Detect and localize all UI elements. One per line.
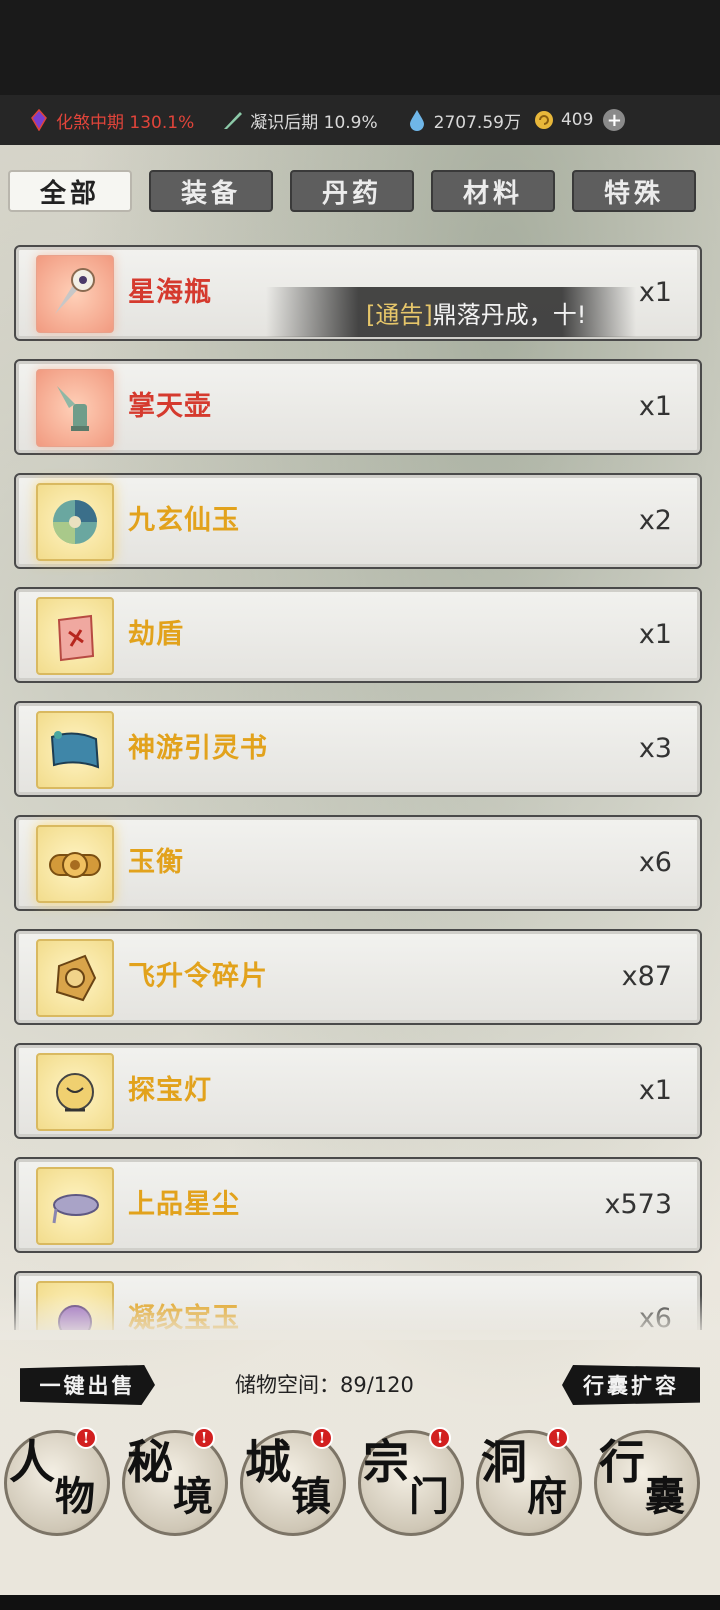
notice-text: 鼎落丹成，十! [432, 300, 587, 329]
ascension-token-shard-icon [36, 939, 114, 1017]
expand-bag-button[interactable]: 行囊扩容 [562, 1365, 700, 1405]
list-item[interactable]: 九玄仙玉 x2 [14, 473, 702, 569]
storage-capacity: 储物空间：89/120 [235, 1373, 414, 1397]
item-list[interactable]: 星海瓶 x1 [通告] 鼎落丹成，十! 掌天壶 x1 九玄仙玉 x2 劫盾 x1… [14, 245, 702, 1330]
sell-all-button[interactable]: 一键出售 [20, 1365, 155, 1405]
alert-badge-icon: ! [75, 1427, 97, 1449]
nav-char-1: 人 [9, 1435, 55, 1489]
jade-swirl-icon [36, 483, 114, 561]
list-item[interactable]: 星海瓶 x1 [通告] 鼎落丹成，十! [14, 245, 702, 341]
bottom-edge [0, 1595, 720, 1610]
tab-all[interactable]: 全部 [8, 170, 132, 212]
palm-heaven-pot-icon [36, 369, 114, 447]
item-count: x573 [604, 1189, 672, 1220]
item-count: x3 [638, 733, 672, 764]
item-name: 劫盾 [128, 619, 184, 650]
category-tabs: 全部 装备 丹药 材料 特殊 [8, 170, 696, 212]
announcement-ticker: [通告] 鼎落丹成，十! [266, 287, 636, 337]
nav-char-2: 府 [527, 1473, 567, 1520]
item-name: 星海瓶 [128, 277, 212, 308]
nav-char-1: 城 [245, 1435, 291, 1489]
alert-badge-icon: ! [193, 1427, 215, 1449]
list-item[interactable]: 掌天壶 x1 [14, 359, 702, 455]
jade-counter: 409 + [533, 109, 626, 131]
item-count: x1 [638, 391, 672, 422]
inventory-footer: 一键出售 储物空间：89/120 行囊扩容 [0, 1355, 720, 1415]
water-drop-icon [409, 110, 424, 131]
nav-char-2: 囊 [645, 1473, 685, 1520]
list-item[interactable]: 劫盾 x1 [14, 587, 702, 683]
inventory-panel: 全部 装备 丹药 材料 特殊 星海瓶 x1 [通告] 鼎落丹成，十! 掌天壶 x1 [0, 145, 720, 1610]
item-name: 上品星尘 [128, 1189, 240, 1220]
item-name: 九玄仙玉 [128, 505, 240, 536]
bottom-navigation: 人 物 ! 秘 境 ! 城 镇 ! 宗 门 ! 洞 府 ! 行 囊 [0, 1427, 720, 1550]
nav-char-1: 洞 [481, 1435, 527, 1489]
spirit-stone-text: 2707.59万 [433, 112, 521, 133]
nav-char-1: 行 [599, 1435, 645, 1489]
nav-char-1: 宗 [363, 1435, 409, 1489]
tab-special[interactable]: 特殊 [572, 170, 696, 212]
list-item[interactable]: 飞升令碎片 x87 [14, 929, 702, 1025]
nav-cave-residence[interactable]: 洞 府 ! [476, 1427, 582, 1536]
tab-pills[interactable]: 丹药 [290, 170, 414, 212]
alert-badge-icon: ! [311, 1427, 333, 1449]
nav-char-2: 镇 [291, 1473, 331, 1520]
jade-text: 409 [560, 110, 594, 130]
item-count: x87 [621, 961, 672, 992]
realm2-text: 凝识后期 10.9% [250, 112, 378, 133]
alert-badge-icon: ! [429, 1427, 451, 1449]
item-name: 玉衡 [128, 847, 184, 878]
nav-character[interactable]: 人 物 ! [4, 1427, 110, 1536]
jade-balance-icon [36, 825, 114, 903]
list-fade-overlay [0, 1295, 720, 1340]
gold-coin-swirl-icon [534, 111, 553, 129]
realm1-text: 化煞中期 130.1% [56, 112, 195, 133]
tab-materials[interactable]: 材料 [431, 170, 555, 212]
item-name: 神游引灵书 [128, 733, 268, 764]
item-count: x2 [638, 505, 672, 536]
item-count: x1 [638, 277, 672, 308]
tab-equipment[interactable]: 装备 [149, 170, 273, 212]
list-item[interactable]: 神游引灵书 x3 [14, 701, 702, 797]
nav-secret-realm[interactable]: 秘 境 ! [122, 1427, 228, 1536]
item-count: x1 [638, 1075, 672, 1106]
cultivation-realm-2: 凝识后期 10.9% [222, 108, 378, 133]
stardust-icon [36, 1167, 114, 1245]
scroll-book-icon [36, 711, 114, 789]
top-decor-band [0, 0, 720, 95]
item-name: 掌天壶 [128, 391, 212, 422]
talisman-shield-icon [36, 597, 114, 675]
nav-char-2: 境 [173, 1473, 213, 1520]
add-currency-button[interactable]: + [603, 109, 626, 131]
crystal-red-icon [31, 109, 47, 131]
nav-char-2: 物 [55, 1473, 95, 1520]
feather-sword-icon [224, 112, 243, 129]
nav-char-2: 门 [409, 1473, 449, 1520]
nav-town[interactable]: 城 镇 ! [240, 1427, 346, 1536]
treasure-lamp-icon [36, 1053, 114, 1131]
nav-char-1: 秘 [127, 1435, 173, 1489]
item-name: 飞升令碎片 [128, 961, 268, 992]
spirit-stone-counter: 2707.59万 [406, 108, 521, 133]
nav-sect[interactable]: 宗 门 ! [358, 1427, 464, 1536]
notice-tag: [通告] [366, 300, 433, 329]
status-bar: 化煞中期 130.1% 凝识后期 10.9% 2707.59万 409 + [0, 95, 720, 145]
item-count: x1 [638, 619, 672, 650]
cultivation-realm-1: 化煞中期 130.1% [28, 108, 194, 133]
item-name: 探宝灯 [128, 1075, 212, 1106]
list-item[interactable]: 玉衡 x6 [14, 815, 702, 911]
star-sea-bottle-icon [36, 255, 114, 333]
nav-bag[interactable]: 行 囊 [594, 1430, 700, 1536]
list-item[interactable]: 上品星尘 x573 [14, 1157, 702, 1253]
item-count: x6 [638, 847, 672, 878]
list-item[interactable]: 探宝灯 x1 [14, 1043, 702, 1139]
alert-badge-icon: ! [547, 1427, 569, 1449]
